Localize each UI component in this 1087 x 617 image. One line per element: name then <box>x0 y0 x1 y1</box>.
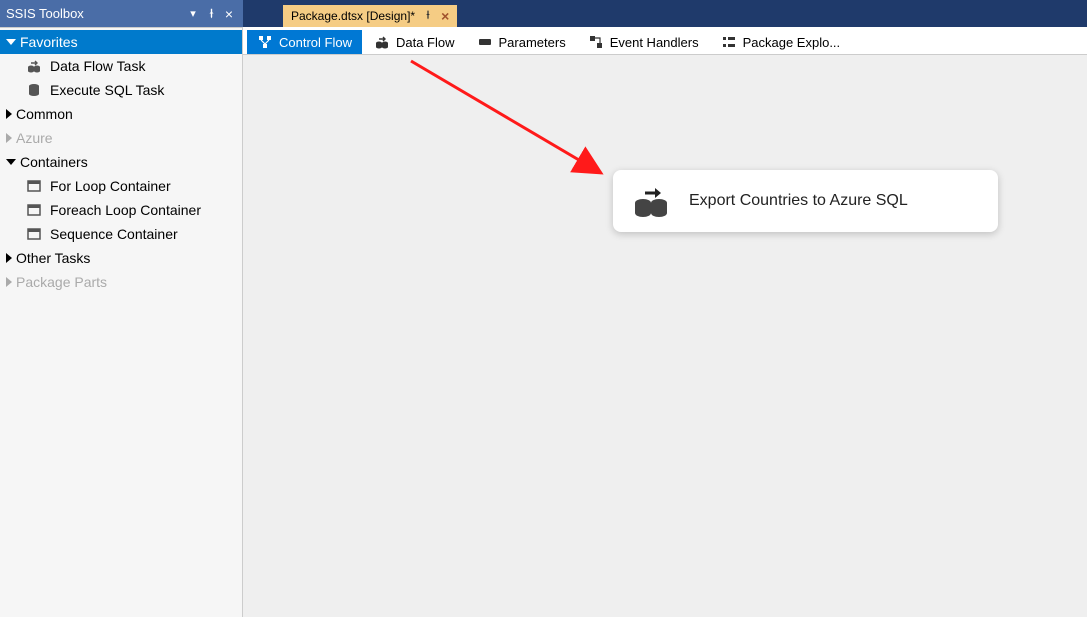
annotation-arrow <box>403 55 623 185</box>
toolbox-item-label: Sequence Container <box>50 226 178 242</box>
toolbox-category[interactable]: Containers <box>0 150 242 174</box>
design-tab[interactable]: Control Flow <box>247 30 362 54</box>
toolbox-item[interactable]: Sequence Container <box>0 222 242 246</box>
category-label: Other Tasks <box>16 250 90 266</box>
toolbox-category[interactable]: Package Parts <box>0 270 242 294</box>
design-tab[interactable]: Package Explo... <box>711 30 851 54</box>
chevron-right-icon <box>6 253 12 263</box>
design-tab[interactable]: Data Flow <box>364 30 465 54</box>
toolbox-item[interactable]: Data Flow Task <box>0 54 242 78</box>
chevron-right-icon <box>6 277 12 287</box>
category-label: Azure <box>16 130 53 146</box>
container-icon <box>26 178 42 194</box>
pin-icon[interactable] <box>203 4 219 24</box>
toolbox-category[interactable]: Favorites <box>0 30 242 54</box>
design-tab-label: Parameters <box>499 35 566 50</box>
pin-icon[interactable] <box>423 9 433 23</box>
controlflow-icon <box>257 34 273 50</box>
toolbox-category[interactable]: Common <box>0 102 242 126</box>
ssis-toolbox-panel: Favorites Data Flow Task Execute SQL Task C… <box>0 27 243 617</box>
close-icon[interactable]: × <box>441 8 449 24</box>
toolbox-item[interactable]: Foreach Loop Container <box>0 198 242 222</box>
design-tab-label: Event Handlers <box>610 35 699 50</box>
toolbox-category[interactable]: Azure <box>0 126 242 150</box>
design-canvas[interactable]: Export Countries to Azure SQL <box>243 55 1087 617</box>
toolbox-header: SSIS Toolbox ▾ × <box>0 0 243 27</box>
close-icon[interactable]: × <box>221 4 237 24</box>
data-flow-task-box[interactable]: Export Countries to Azure SQL <box>613 170 998 232</box>
chevron-down-icon <box>6 159 16 165</box>
task-label: Export Countries to Azure SQL <box>689 192 908 210</box>
dropdown-icon[interactable]: ▾ <box>185 4 201 24</box>
chevron-right-icon <box>6 109 12 119</box>
design-tabs: Control Flow Data Flow Parameters Event Han… <box>243 27 1087 55</box>
toolbox-item[interactable]: Execute SQL Task <box>0 78 242 102</box>
category-label: Favorites <box>20 34 78 50</box>
toolbox-item-label: Execute SQL Task <box>50 82 164 98</box>
toolbox-item-label: For Loop Container <box>50 178 171 194</box>
toolbox-category[interactable]: Other Tasks <box>0 246 242 270</box>
design-tab-label: Data Flow <box>396 35 455 50</box>
design-tab-label: Package Explo... <box>743 35 841 50</box>
toolbox-item-label: Foreach Loop Container <box>50 202 201 218</box>
toolbox-item[interactable]: For Loop Container <box>0 174 242 198</box>
container-icon <box>26 226 42 242</box>
dataflow-icon <box>26 58 42 74</box>
design-tab[interactable]: Parameters <box>467 30 576 54</box>
chevron-down-icon <box>6 39 16 45</box>
category-label: Containers <box>20 154 88 170</box>
dataflow-icon <box>374 34 390 50</box>
category-label: Package Parts <box>16 274 107 290</box>
design-tab[interactable]: Event Handlers <box>578 30 709 54</box>
parameters-icon <box>477 34 493 50</box>
design-tab-label: Control Flow <box>279 35 352 50</box>
category-label: Common <box>16 106 73 122</box>
eventhandlers-icon <box>588 34 604 50</box>
dataflow-task-icon <box>631 181 671 221</box>
toolbox-item-label: Data Flow Task <box>50 58 145 74</box>
sql-icon <box>26 82 42 98</box>
container-icon <box>26 202 42 218</box>
chevron-right-icon <box>6 133 12 143</box>
explorer-icon <box>721 34 737 50</box>
file-tab-well: Package.dtsx [Design]* × <box>263 0 1087 27</box>
file-tab-label: Package.dtsx [Design]* <box>291 9 415 23</box>
toolbox-title: SSIS Toolbox <box>6 6 183 21</box>
file-tab[interactable]: Package.dtsx [Design]* × <box>283 5 457 27</box>
